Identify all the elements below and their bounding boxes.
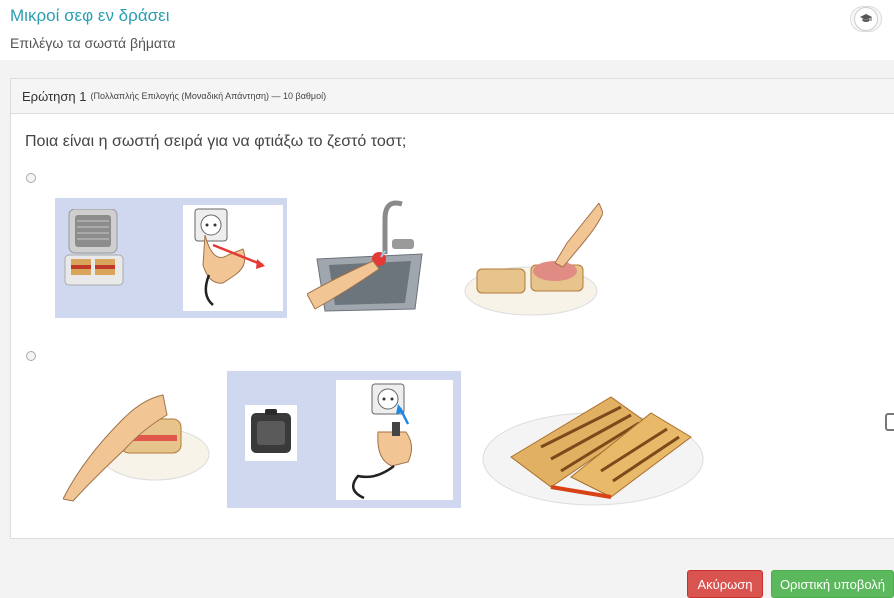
edit-icon[interactable] bbox=[885, 412, 894, 437]
option-1-radio[interactable] bbox=[26, 173, 36, 183]
washing-tomato-icon bbox=[306, 199, 427, 319]
unplug-cord-icon bbox=[194, 208, 265, 306]
question-panel: Ερώτηση 1 (Πολλαπλής Επιλογής (Μοναδική … bbox=[10, 78, 894, 539]
sandwich-maker-icon bbox=[61, 208, 131, 299]
plug-in-card bbox=[336, 380, 453, 500]
ham-on-bread-icon bbox=[463, 202, 604, 323]
unplug-card bbox=[183, 205, 283, 311]
submit-button[interactable]: Οριστική υποβολή bbox=[771, 570, 894, 598]
question-heading: Ερώτηση 1 (Πολλαπλής Επιλογής (Μοναδική … bbox=[11, 79, 894, 114]
page-title: Μικροί σεφ εν δράσει bbox=[10, 6, 170, 25]
grilled-toast-icon bbox=[481, 377, 705, 517]
option-2-radio[interactable] bbox=[26, 351, 36, 361]
pressing-sandwich-icon bbox=[62, 389, 213, 509]
page-subtitle: Επιλέγω τα σωστά βήματα bbox=[10, 35, 176, 51]
question-label: Ερώτηση 1 bbox=[22, 88, 87, 104]
course-button[interactable] bbox=[850, 6, 882, 32]
cancel-button[interactable]: Ακύρωση bbox=[687, 570, 763, 598]
graduation-cap-icon bbox=[854, 7, 878, 31]
plug-in-cord-icon bbox=[351, 383, 412, 500]
question-text: Ποια είναι η σωστή σειρά για να φτιάξω τ… bbox=[25, 133, 407, 150]
page-header: Μικροί σεφ εν δράσει Επιλέγω τα σωστά βή… bbox=[0, 0, 894, 60]
question-meta: (Πολλαπλής Επιλογής (Μοναδική Απάντηση) … bbox=[90, 91, 327, 101]
closed-sandwich-maker-icon bbox=[245, 405, 297, 466]
